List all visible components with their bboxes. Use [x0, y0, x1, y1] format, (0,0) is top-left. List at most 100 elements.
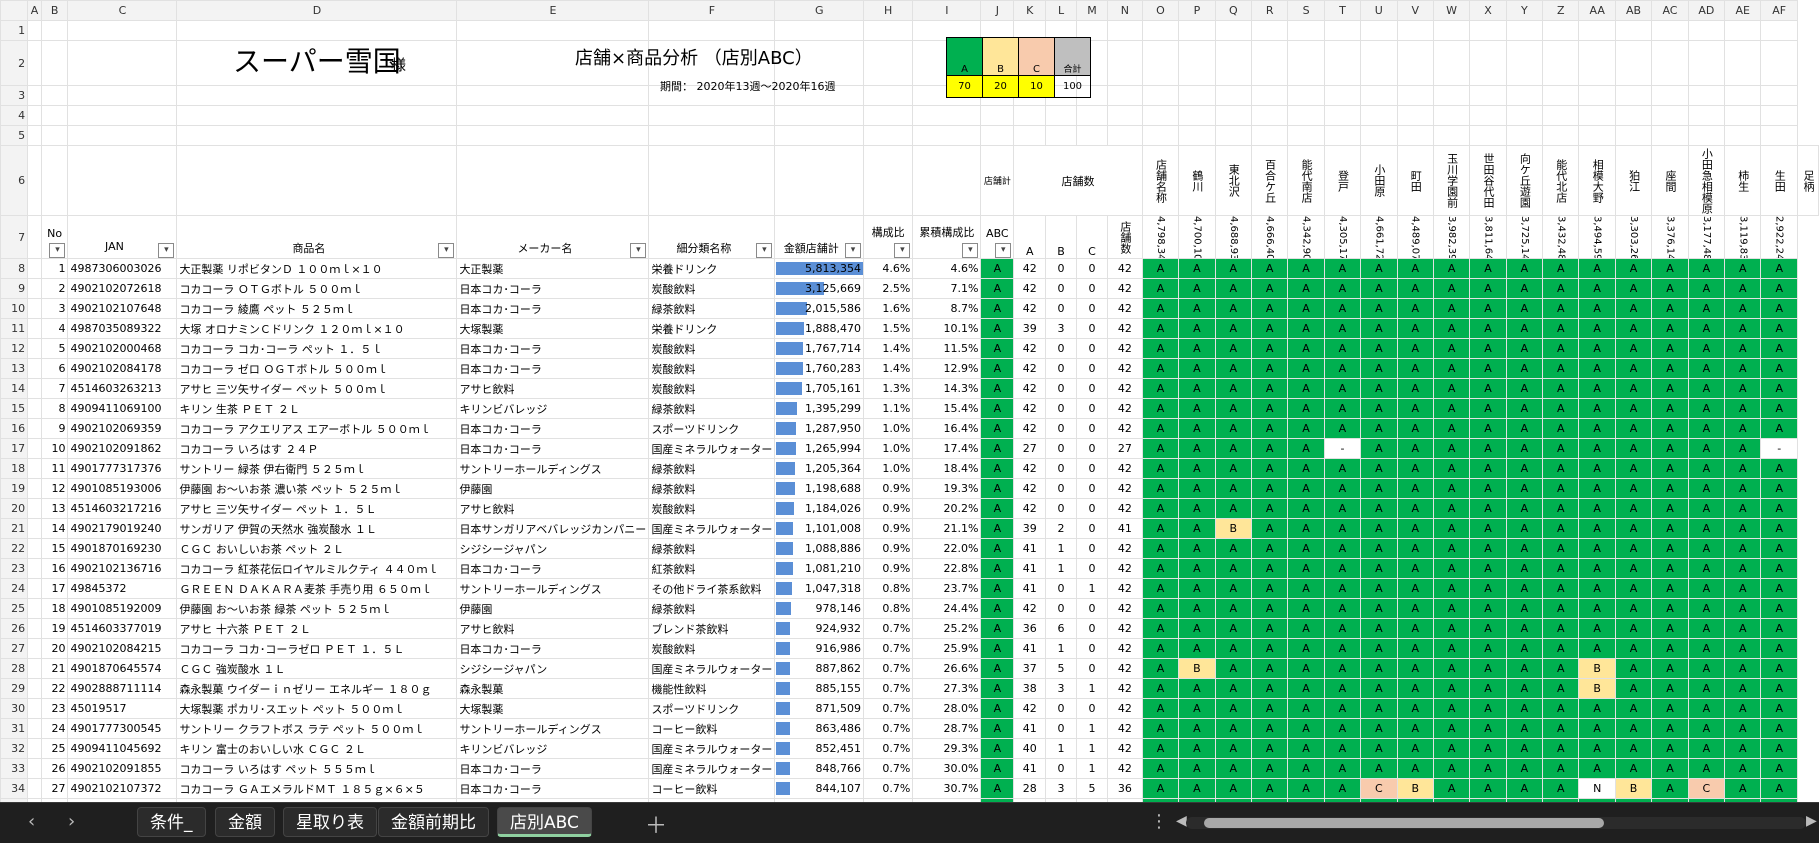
row-header[interactable]: 20	[0, 498, 29, 519]
grade-cell[interactable]: A	[1432, 338, 1471, 359]
cell-product[interactable]: キリン 富士のおいしい水 ＣＧＣ ２Ｌ	[176, 738, 458, 759]
cell-b-count[interactable]: 0	[1045, 298, 1077, 319]
grade-cell[interactable]: A	[1432, 278, 1471, 299]
grade-cell[interactable]: A	[1469, 458, 1507, 479]
grade-cell[interactable]: A	[1724, 598, 1762, 619]
grade-cell[interactable]: A	[1396, 578, 1434, 599]
grade-cell[interactable]: A	[1724, 398, 1762, 419]
cell-sales[interactable]: 1,205,364	[774, 458, 864, 479]
cell-c-count[interactable]: 0	[1075, 358, 1109, 379]
cell-maker[interactable]: サントリーホールディングス	[456, 458, 650, 479]
grade-cell[interactable]: A	[1323, 738, 1362, 759]
grade-cell[interactable]: A	[1542, 738, 1580, 759]
cell[interactable]	[67, 105, 178, 126]
cell-store-count[interactable]: 42	[1107, 678, 1143, 699]
cell-ratio[interactable]: 1.4%	[862, 338, 914, 359]
cell-cum-ratio[interactable]: 29.3%	[912, 738, 982, 759]
grade-cell[interactable]: A	[1651, 778, 1689, 799]
grade-cell[interactable]: A	[1432, 638, 1471, 659]
grade-cell[interactable]: A	[1287, 358, 1325, 379]
grade-cell[interactable]: A	[1178, 498, 1216, 519]
cell-a-count[interactable]: 42	[1013, 598, 1047, 619]
grade-cell[interactable]: A	[1396, 558, 1434, 579]
grade-cell[interactable]: A	[1323, 278, 1362, 299]
grade-cell[interactable]: A	[1760, 458, 1798, 479]
cell-ratio[interactable]: 0.7%	[862, 758, 914, 779]
cell[interactable]	[1578, 40, 1616, 86]
cell-a-count[interactable]: 27	[1013, 438, 1047, 459]
grade-cell[interactable]: A	[1432, 498, 1471, 519]
cell-jan[interactable]: 4902102000468	[67, 338, 178, 359]
grade-cell[interactable]: A	[1578, 338, 1616, 359]
column-header[interactable]: N	[1107, 0, 1143, 21]
grade-cell[interactable]: A	[1360, 658, 1398, 679]
cell-abc[interactable]: A	[980, 758, 1015, 779]
filter-dropdown-icon[interactable]: ▾	[49, 243, 66, 258]
cell[interactable]	[40, 125, 69, 146]
cell[interactable]	[27, 658, 42, 679]
grade-cell[interactable]: A	[1542, 278, 1580, 299]
cell-b-count[interactable]: 0	[1045, 358, 1077, 379]
cell[interactable]	[1578, 85, 1616, 106]
grade-cell[interactable]: A	[1760, 658, 1798, 679]
cell-maker[interactable]: 日本コカ･コーラ	[456, 338, 650, 359]
filter-dropdown-icon[interactable]: ▾	[438, 243, 455, 258]
cell-category[interactable]: 緑茶飲料	[648, 538, 776, 559]
grade-cell[interactable]: A	[1469, 538, 1507, 559]
cell[interactable]	[1141, 105, 1180, 126]
cell-sales[interactable]: 1,265,994	[774, 438, 864, 459]
cell-cum-ratio[interactable]: 4.6%	[912, 258, 982, 279]
grade-cell[interactable]: A	[1760, 638, 1798, 659]
column-header[interactable]: A	[27, 0, 42, 21]
grade-cell[interactable]: A	[1360, 278, 1398, 299]
cell-b-count[interactable]: 3	[1045, 318, 1077, 339]
grade-cell[interactable]: A	[1360, 598, 1398, 619]
cell-category[interactable]: 国産ミネラルウォーター	[648, 518, 776, 539]
cell[interactable]	[774, 105, 864, 126]
cell[interactable]	[27, 105, 42, 126]
cell-jan[interactable]: 4909411045692	[67, 738, 178, 759]
cell[interactable]	[27, 40, 42, 86]
grade-cell[interactable]: A	[1214, 578, 1252, 599]
column-header[interactable]: C	[67, 0, 178, 21]
row-header[interactable]: 34	[0, 778, 29, 799]
cell[interactable]	[774, 20, 864, 41]
cell-cum-ratio[interactable]: 25.9%	[912, 638, 982, 659]
cell-b-count[interactable]: 2	[1045, 518, 1077, 539]
row-header[interactable]: 5	[0, 125, 29, 146]
grade-cell[interactable]: A	[1760, 578, 1798, 599]
column-header[interactable]: J	[980, 0, 1015, 21]
grade-cell[interactable]: A	[1360, 518, 1398, 539]
grade-cell[interactable]: A	[1178, 758, 1216, 779]
cell-store-count[interactable]: 42	[1107, 358, 1143, 379]
cell-a-count[interactable]: 42	[1013, 298, 1047, 319]
cell-c-count[interactable]: 0	[1075, 638, 1109, 659]
horizontal-scrollbar[interactable]	[1186, 817, 1806, 829]
column-header[interactable]: R	[1250, 0, 1289, 21]
grade-cell[interactable]: A	[1687, 718, 1726, 739]
grade-cell[interactable]: A	[1651, 598, 1689, 619]
grade-cell[interactable]: A	[1505, 758, 1544, 779]
grade-cell[interactable]: A	[1687, 758, 1726, 779]
grade-cell[interactable]: A	[1724, 678, 1762, 699]
grade-cell[interactable]: A	[1469, 498, 1507, 519]
cell[interactable]	[1214, 125, 1252, 146]
cell[interactable]	[67, 145, 178, 216]
grade-cell[interactable]: C	[1360, 778, 1398, 799]
cell-c-count[interactable]: 0	[1075, 258, 1109, 279]
cell-abc[interactable]: A	[980, 278, 1015, 299]
cell-product[interactable]: コカコーラ 綾鷹 ペット ５２５ｍｌ	[176, 298, 458, 319]
grade-cell[interactable]: A	[1651, 738, 1689, 759]
cell-abc[interactable]: A	[980, 398, 1015, 419]
grade-cell[interactable]: A	[1214, 398, 1252, 419]
cell-a-count[interactable]: 39	[1013, 318, 1047, 339]
cell-sales[interactable]: 1,287,950	[774, 418, 864, 439]
grade-cell[interactable]: A	[1687, 738, 1726, 759]
cell[interactable]	[1505, 40, 1544, 86]
cell[interactable]	[1075, 125, 1109, 146]
grade-cell[interactable]: A	[1760, 338, 1798, 359]
cell-a-count[interactable]: 36	[1013, 618, 1047, 639]
grade-cell[interactable]: A	[1687, 698, 1726, 719]
grade-cell[interactable]: A	[1614, 418, 1653, 439]
grade-cell[interactable]: A	[1360, 758, 1398, 779]
